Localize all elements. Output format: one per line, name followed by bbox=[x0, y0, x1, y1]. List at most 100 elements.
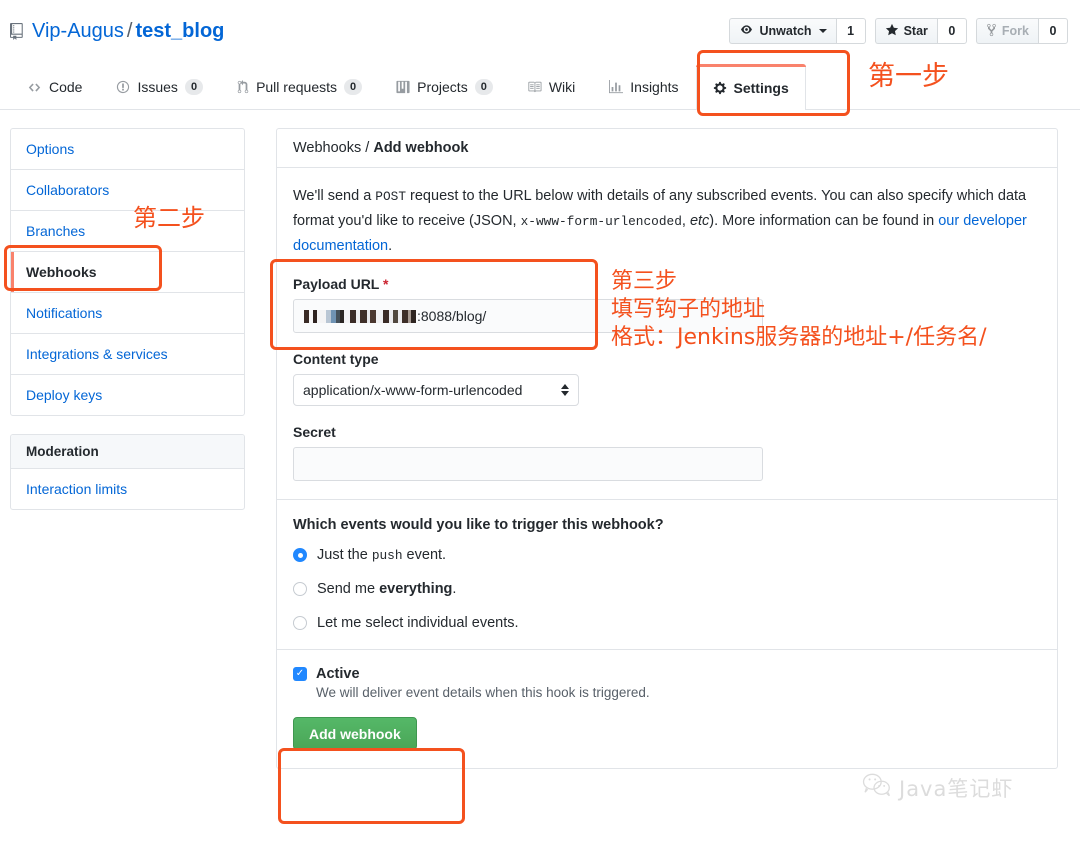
radio-label-bold: everything bbox=[379, 581, 453, 597]
active-checkbox-row[interactable]: ✓ Active bbox=[293, 666, 1041, 682]
intro-text-5: . bbox=[388, 238, 393, 254]
radio-label-post: event. bbox=[402, 547, 447, 563]
tab-issues[interactable]: Issues 0 bbox=[99, 64, 220, 109]
content-type-field: Content type application/x-www-form-urle… bbox=[293, 351, 1041, 406]
radio-label: Let me select individual events. bbox=[317, 615, 519, 631]
add-webhook-panel: Webhooks / Add webhook We'll send a POST… bbox=[276, 128, 1058, 769]
radio-label: Send me everything. bbox=[317, 581, 456, 597]
fork-icon bbox=[986, 23, 997, 40]
breadcrumb-separator: / bbox=[126, 20, 133, 42]
radio-icon bbox=[293, 616, 307, 630]
radio-label-pre: Send me bbox=[317, 581, 380, 597]
tab-label: Wiki bbox=[548, 79, 576, 95]
tab-count: 0 bbox=[184, 79, 204, 95]
repo-header: Vip-Augus / test_blog Unwatch 1 Star 0 F… bbox=[0, 0, 1080, 64]
watermark: Java笔记虾 bbox=[862, 772, 1013, 803]
intro-text-4: ). More information can be found in bbox=[709, 213, 939, 229]
breadcrumb-current: Add webhook bbox=[373, 140, 469, 156]
payload-url-visible-value: :8088/blog/ bbox=[417, 308, 487, 324]
git-pull-request-icon bbox=[237, 80, 249, 94]
wechat-icon bbox=[862, 772, 892, 803]
star-button[interactable]: Star bbox=[874, 18, 937, 44]
panel-body: We'll send a POST request to the URL bel… bbox=[277, 168, 1057, 768]
radio-label-post: . bbox=[452, 581, 457, 597]
secret-field: Secret bbox=[293, 424, 1041, 481]
radio-option-individual[interactable]: Let me select individual events. bbox=[293, 615, 1041, 631]
radio-label-mono: push bbox=[371, 548, 403, 563]
tab-label: Settings bbox=[733, 79, 789, 96]
star-icon bbox=[885, 23, 899, 40]
radio-label: Just the push event. bbox=[317, 547, 446, 563]
sidebar-item-interaction-limits[interactable]: Interaction limits bbox=[11, 469, 244, 509]
checkbox-checked-icon: ✓ bbox=[293, 667, 307, 681]
content-type-select[interactable]: application/x-www-form-urlencoded bbox=[293, 374, 579, 406]
intro-paragraph: We'll send a POST request to the URL bel… bbox=[293, 184, 1041, 258]
star-label: Star bbox=[903, 24, 928, 38]
star-count[interactable]: 0 bbox=[936, 18, 967, 44]
intro-code-post: POST bbox=[375, 189, 407, 204]
watch-count[interactable]: 1 bbox=[835, 18, 866, 44]
unwatch-button[interactable]: Unwatch bbox=[729, 18, 836, 44]
tab-wiki[interactable]: Wiki bbox=[510, 64, 592, 109]
redacted-host-mosaic bbox=[304, 309, 416, 323]
intro-code-urlencoded: x-www-form-urlencoded bbox=[520, 214, 682, 229]
settings-sidebar: Options Collaborators Branches Webhooks … bbox=[10, 128, 245, 510]
fork-count[interactable]: 0 bbox=[1038, 18, 1068, 44]
tab-count: 0 bbox=[474, 79, 493, 95]
sidebar-item-webhooks[interactable]: Webhooks bbox=[11, 252, 244, 293]
repo-owner-link[interactable]: Vip-Augus bbox=[32, 20, 124, 42]
watch-button-group: Unwatch 1 bbox=[729, 18, 866, 44]
fork-button[interactable]: Fork bbox=[975, 18, 1038, 44]
radio-icon bbox=[293, 582, 307, 596]
repo-social-buttons: Unwatch 1 Star 0 Fork 0 bbox=[729, 18, 1068, 44]
tab-label: Pull requests bbox=[256, 79, 337, 95]
breadcrumb: Vip-Augus / test_blog bbox=[10, 18, 224, 47]
watermark-text: Java笔记虾 bbox=[899, 776, 1014, 801]
tab-insights[interactable]: Insights bbox=[592, 64, 695, 109]
intro-text-3: , bbox=[681, 213, 690, 229]
gear-icon bbox=[713, 81, 727, 95]
sidebar-item-integrations-services[interactable]: Integrations & services bbox=[11, 334, 244, 375]
active-section: ✓ Active We will deliver event details w… bbox=[293, 666, 1041, 768]
section-divider-events bbox=[277, 499, 1057, 500]
annotation-step-2: 第二步 bbox=[133, 204, 205, 232]
tab-pull-requests[interactable]: Pull requests 0 bbox=[220, 64, 379, 109]
sidebar-item-options[interactable]: Options bbox=[11, 129, 244, 170]
chevron-down-icon bbox=[818, 29, 827, 33]
sidebar-item-collaborators[interactable]: Collaborators bbox=[11, 170, 244, 211]
select-arrows-icon bbox=[561, 384, 569, 396]
github-webhook-settings-page: Vip-Augus / test_blog Unwatch 1 Star 0 F… bbox=[0, 0, 1080, 842]
tab-projects[interactable]: Projects 0 bbox=[379, 64, 510, 109]
tab-settings[interactable]: Settings bbox=[695, 64, 806, 110]
radio-option-push[interactable]: Just the push event. bbox=[293, 547, 1041, 563]
active-description: We will deliver event details when this … bbox=[316, 685, 650, 700]
active-label: Active bbox=[316, 666, 360, 682]
fork-button-group: Fork 0 bbox=[975, 18, 1068, 44]
repo-icon bbox=[10, 21, 27, 47]
payload-url-label-text: Payload URL bbox=[293, 276, 380, 292]
radio-option-everything[interactable]: Send me everything. bbox=[293, 581, 1041, 597]
book-icon bbox=[527, 80, 542, 94]
required-asterisk: * bbox=[383, 276, 389, 292]
content-type-selected-value: application/x-www-form-urlencoded bbox=[303, 382, 523, 398]
sidebar-item-deploy-keys[interactable]: Deploy keys bbox=[11, 375, 244, 415]
sidebar-group-header-moderation: Moderation bbox=[11, 435, 244, 469]
issue-opened-icon bbox=[116, 80, 130, 94]
breadcrumb-separator: / bbox=[361, 140, 374, 156]
fork-label: Fork bbox=[1001, 24, 1029, 38]
events-question: Which events would you like to trigger t… bbox=[293, 517, 664, 533]
tab-label: Projects bbox=[417, 79, 468, 95]
sidebar-item-branches[interactable]: Branches bbox=[11, 211, 244, 252]
settings-menu-moderation: Moderation Interaction limits bbox=[10, 434, 245, 510]
add-webhook-button[interactable]: Add webhook bbox=[293, 717, 417, 750]
graph-icon bbox=[609, 80, 624, 94]
secret-input[interactable] bbox=[293, 447, 763, 481]
annotation-step-1: 第一步 bbox=[868, 61, 949, 92]
sidebar-item-notifications[interactable]: Notifications bbox=[11, 293, 244, 334]
repo-name-link[interactable]: test_blog bbox=[135, 20, 224, 42]
tab-label: Code bbox=[49, 79, 83, 95]
tab-label: Issues bbox=[137, 79, 178, 95]
project-board-icon bbox=[396, 80, 410, 94]
tab-code[interactable]: Code bbox=[10, 64, 99, 109]
breadcrumb-webhooks-link[interactable]: Webhooks bbox=[293, 140, 361, 156]
